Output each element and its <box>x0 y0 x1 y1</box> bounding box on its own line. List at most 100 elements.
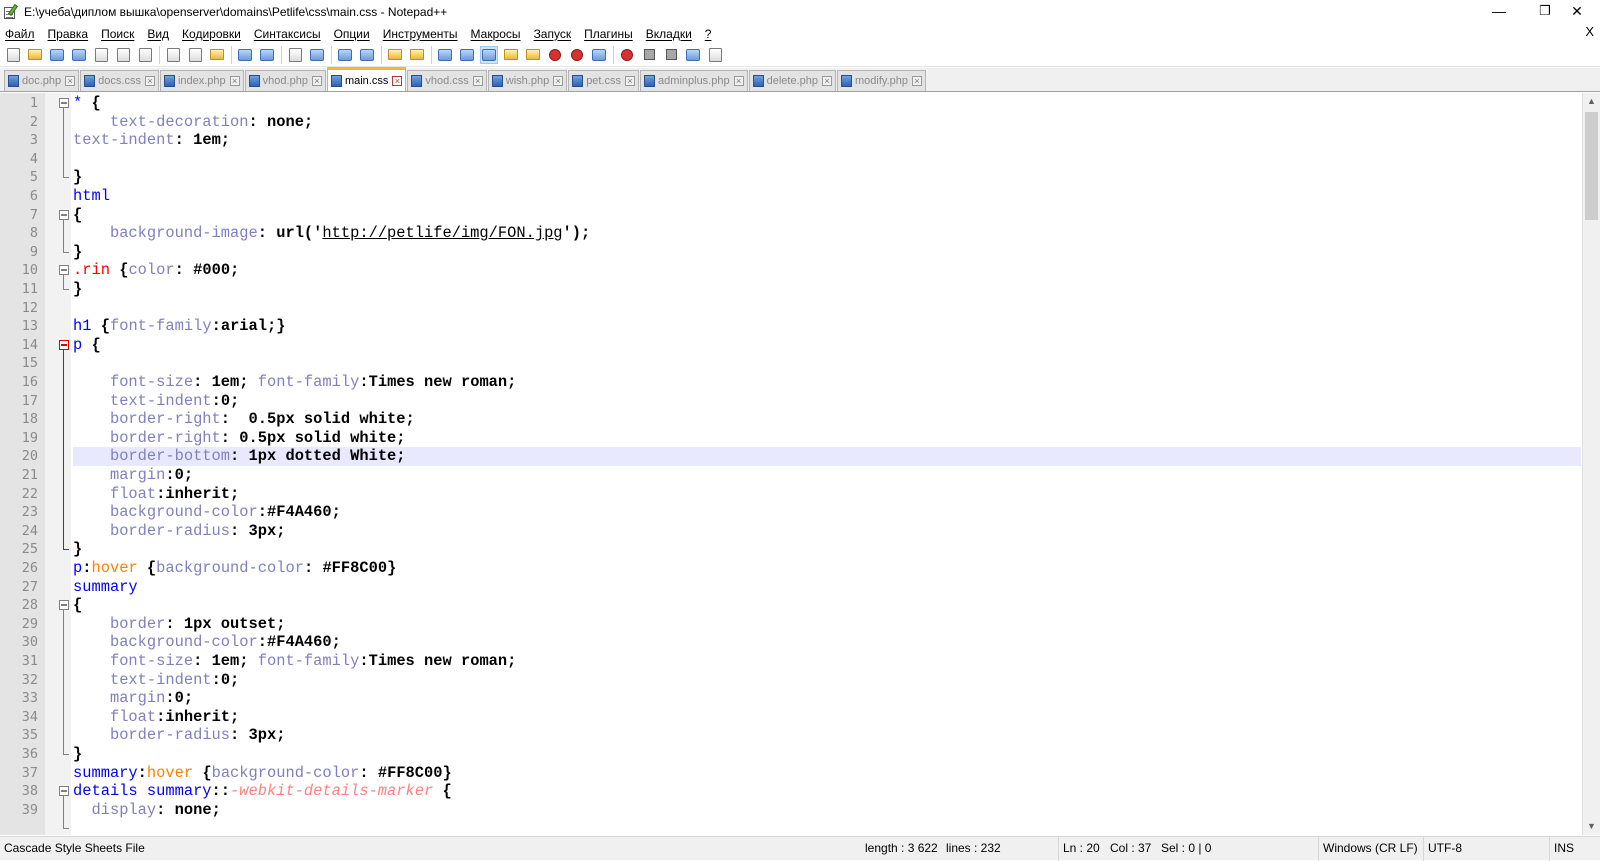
indent-guide-button[interactable] <box>480 45 498 64</box>
tab-close-icon[interactable]: × <box>65 76 76 86</box>
user-language-button[interactable] <box>502 46 520 64</box>
scroll-up-icon[interactable]: ▲ <box>1583 93 1600 110</box>
code-line[interactable]: 8 background-image: url('http://petlife/… <box>0 224 1600 243</box>
code-line[interactable]: 15 <box>0 354 1600 373</box>
code-line[interactable]: 28 { <box>0 596 1600 615</box>
menu-item[interactable]: Опции <box>334 27 370 41</box>
tab-close-icon[interactable]: × <box>553 76 564 86</box>
menu-item[interactable]: Инструменты <box>383 27 458 41</box>
code-line[interactable]: 4 <box>0 150 1600 169</box>
code-line[interactable]: 22 float:inherit; <box>0 485 1600 504</box>
code-line[interactable]: 7{ <box>0 206 1600 225</box>
tab-close-icon[interactable]: × <box>912 76 922 86</box>
record-macro-button[interactable] <box>618 46 636 64</box>
menu-item[interactable]: Запуск <box>534 27 572 41</box>
code-line[interactable]: 13 h1 {font-family:arial;} <box>0 317 1600 336</box>
code-line[interactable]: 33 margin:0; <box>0 689 1600 708</box>
code-line[interactable]: 29 border: 1px outset; <box>0 615 1600 634</box>
code-line[interactable]: 9} <box>0 243 1600 262</box>
status-encoding[interactable]: UTF-8 <box>1423 837 1548 861</box>
save-all-button[interactable] <box>70 46 88 64</box>
code-line[interactable]: 6 html <box>0 187 1600 206</box>
sync-horizontal-button[interactable] <box>408 46 426 64</box>
code-line[interactable]: 5} <box>0 168 1600 187</box>
minimize-button[interactable]: — <box>1476 0 1522 22</box>
fold-toggle-icon[interactable] <box>59 339 69 350</box>
code-line[interactable]: 21 margin:0; <box>0 466 1600 485</box>
tab-close-icon[interactable]: × <box>311 76 322 86</box>
menu-item[interactable]: Вкладки <box>646 27 692 41</box>
code-line[interactable]: 23 background-color:#F4A460; <box>0 503 1600 522</box>
zoom-in-button[interactable] <box>336 46 354 64</box>
run-macro-multiple-button[interactable] <box>684 46 702 64</box>
close-window-button[interactable]: ✕ <box>1554 0 1600 22</box>
menu-item[interactable]: Файл <box>5 27 35 41</box>
code-line[interactable]: 10 .rin {color: #000; <box>0 261 1600 280</box>
status-eol[interactable]: Windows (CR LF) <box>1318 837 1420 861</box>
tab-close-icon[interactable]: × <box>392 75 403 86</box>
paste-button[interactable] <box>208 46 226 64</box>
code-line[interactable]: 18 border-right: 0.5px solid white; <box>0 410 1600 429</box>
code-line[interactable]: 19 border-right: 0.5px solid white; <box>0 429 1600 448</box>
redo-button[interactable] <box>258 46 276 64</box>
code-line[interactable]: 38 details summary::-webkit-details-marke… <box>0 782 1600 801</box>
fold-toggle-icon[interactable] <box>59 209 69 220</box>
function-list-button[interactable] <box>546 46 564 64</box>
code-line[interactable]: 24 border-radius: 3px; <box>0 522 1600 541</box>
code-line[interactable]: 2 text-decoration: none; <box>0 113 1600 132</box>
folder-workspace-button[interactable] <box>568 46 586 64</box>
tab-vhod-php[interactable]: vhod.php × <box>244 70 326 91</box>
code-line[interactable]: 20 border-bottom: 1px dotted White; <box>0 447 1600 467</box>
menu-item[interactable]: Макросы <box>471 27 521 41</box>
tab-vhod-css[interactable]: vhod.css × <box>407 70 487 91</box>
code-line[interactable]: 26 p:hover {background-color: #FF8C00} <box>0 559 1600 578</box>
code-line[interactable]: 1 * { <box>0 94 1600 113</box>
menu-item[interactable]: Правка <box>48 27 89 41</box>
code-line[interactable]: 27 summary <box>0 578 1600 597</box>
monitoring-button[interactable] <box>590 46 608 64</box>
code-line[interactable]: 16 font-size: 1em; font-family:Times new… <box>0 373 1600 392</box>
tab-close-icon[interactable]: × <box>144 76 155 86</box>
find-button[interactable] <box>286 46 304 64</box>
open-file-button[interactable] <box>26 46 44 64</box>
code-line[interactable]: 32 text-indent:0; <box>0 671 1600 690</box>
save-macro-button[interactable] <box>706 46 724 64</box>
tab-close-icon[interactable]: × <box>625 76 636 86</box>
tab-close-icon[interactable]: × <box>229 76 240 86</box>
tab-adminplus-php[interactable]: adminplus.php × <box>640 70 748 91</box>
copy-button[interactable] <box>186 46 204 64</box>
close-document-button[interactable]: X <box>1585 24 1594 39</box>
tab-delete-php[interactable]: delete.php × <box>748 70 836 91</box>
tab-modify-php[interactable]: modify.php × <box>837 70 926 91</box>
tab-index-php[interactable]: index.php × <box>159 70 244 91</box>
cut-button[interactable] <box>164 46 182 64</box>
code-line[interactable]: 17 text-indent:0; <box>0 392 1600 411</box>
tab-docs-css[interactable]: docs.css × <box>80 70 159 91</box>
code-line[interactable]: 14 p { <box>0 336 1600 355</box>
tab-main-css[interactable]: main.css × <box>326 67 407 91</box>
print-button[interactable] <box>136 46 154 64</box>
zoom-out-button[interactable] <box>358 46 376 64</box>
code-line[interactable]: 30 background-color:#F4A460; <box>0 633 1600 652</box>
fold-toggle-icon[interactable] <box>59 600 69 611</box>
replace-button[interactable] <box>308 46 326 64</box>
menu-item[interactable]: Синтаксисы <box>254 27 321 41</box>
editor[interactable]: 1 * {2 text-decoration: none; 3 text-indent… <box>0 93 1600 835</box>
close-all-button[interactable] <box>114 46 132 64</box>
close-button[interactable] <box>92 46 110 64</box>
menu-item[interactable]: Плагины <box>584 27 633 41</box>
show-all-chars-button[interactable] <box>458 46 476 64</box>
fold-toggle-icon[interactable] <box>59 265 69 276</box>
document-map-button[interactable] <box>524 46 542 64</box>
menu-item[interactable]: ? <box>705 27 712 41</box>
code-line[interactable]: 31 font-size: 1em; font-family:Times new… <box>0 652 1600 671</box>
scrollbar-thumb[interactable] <box>1585 112 1598 220</box>
vertical-scrollbar[interactable]: ▲ ▼ <box>1582 93 1600 835</box>
code-line[interactable]: 37 summary:hover {background-color: #FF8C… <box>0 764 1600 783</box>
scroll-down-icon[interactable]: ▼ <box>1583 818 1600 835</box>
tab-close-icon[interactable]: × <box>733 76 744 86</box>
menu-item[interactable]: Поиск <box>101 27 134 41</box>
new-file-button[interactable] <box>4 46 22 64</box>
code-line[interactable]: 35 border-radius: 3px; <box>0 726 1600 745</box>
save-button[interactable] <box>48 46 66 64</box>
